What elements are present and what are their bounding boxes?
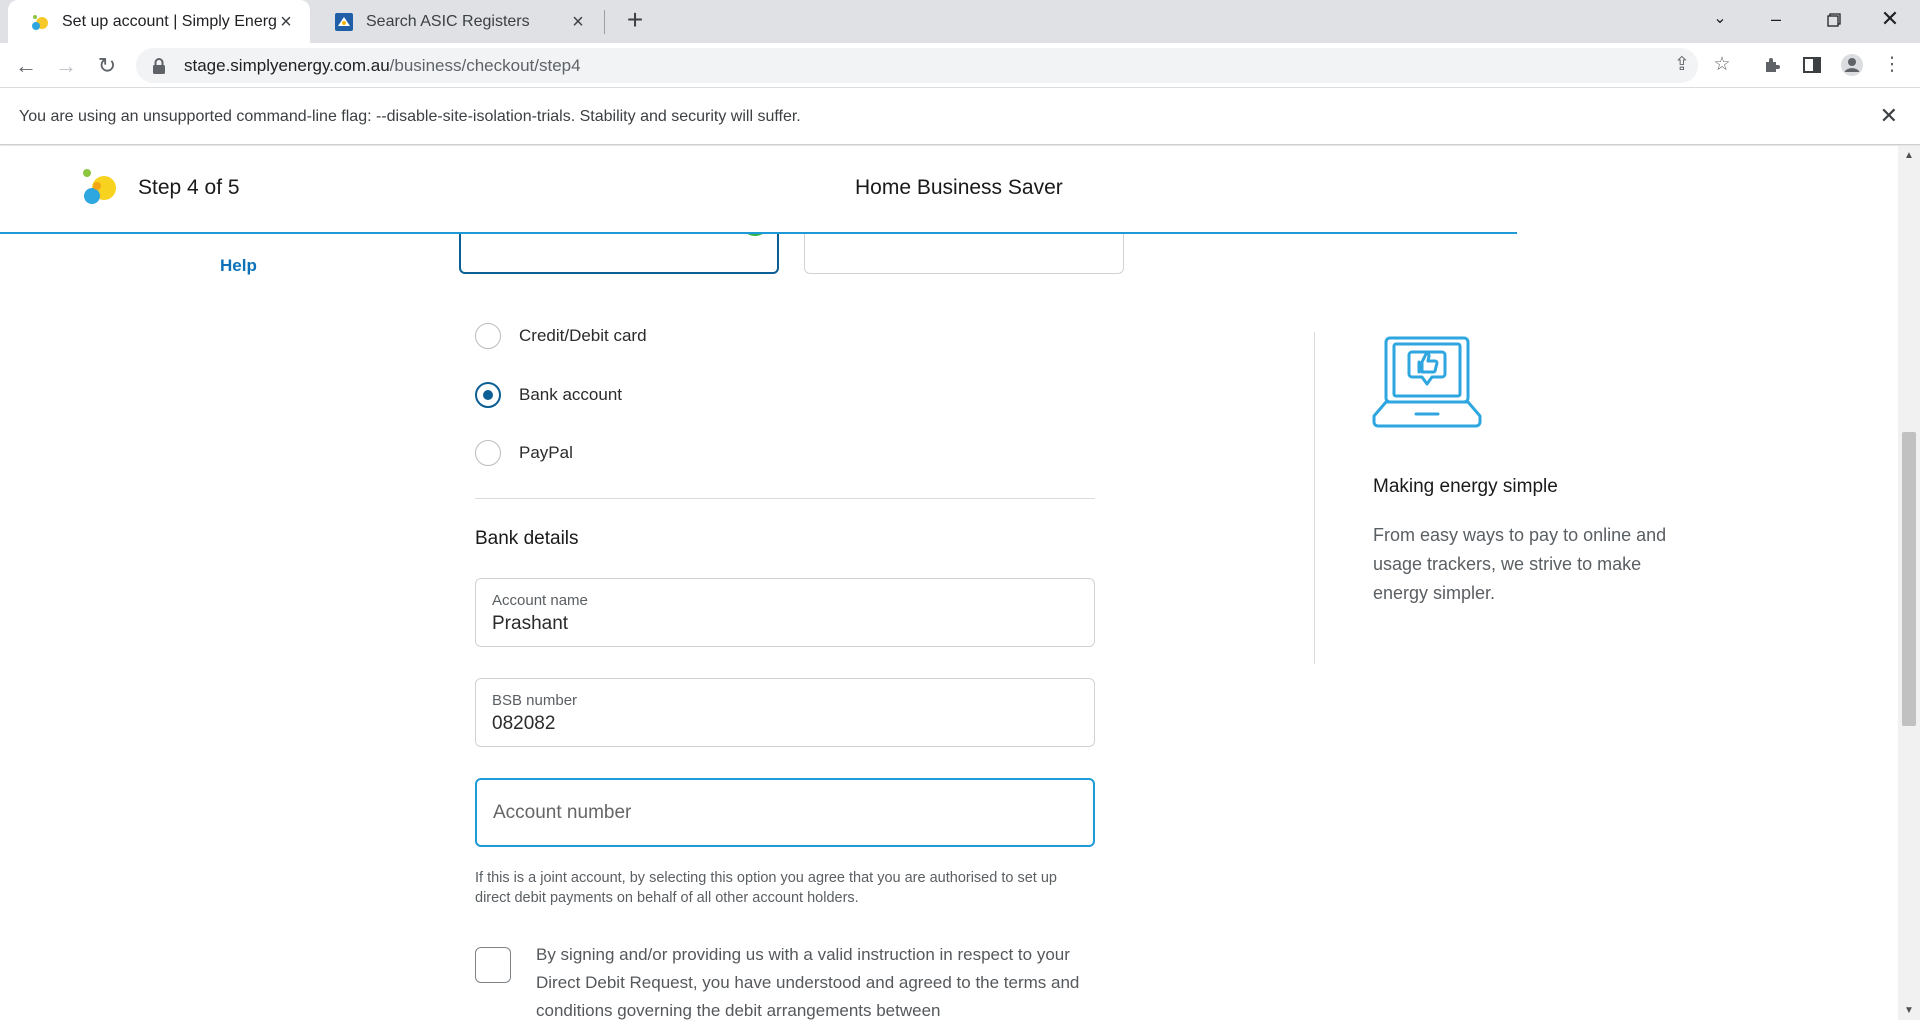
simply-energy-logo-icon: [83, 169, 116, 204]
field-placeholder: Account number: [493, 802, 632, 823]
scrollbar-thumb[interactable]: [1902, 432, 1916, 726]
tab-close-icon[interactable]: ×: [276, 12, 296, 32]
radio-button[interactable]: [475, 323, 501, 349]
radio-label: Credit/Debit card: [519, 326, 647, 345]
infobar-message: You are using an unsupported command-lin…: [19, 107, 801, 125]
progress-bar: [0, 232, 1517, 234]
joint-account-disclaimer: If this is a joint account, by selecting…: [475, 870, 1057, 906]
asic-favicon-icon: [334, 12, 354, 32]
promo-title: Making energy simple: [1373, 476, 1558, 497]
checkout-page: Step 4 of 5 Home Business Saver Help ✓ C…: [0, 146, 1898, 1020]
field-value: Prashant: [492, 613, 569, 634]
side-panel-icon[interactable]: [1798, 51, 1826, 79]
simply-energy-favicon-icon: [30, 12, 50, 32]
address-bar[interactable]: stage.simplyenergy.com.au/business/check…: [136, 48, 1698, 83]
help-link[interactable]: Help: [220, 256, 257, 276]
tab-strip: Set up account | Simply Energy × Search …: [0, 0, 1920, 43]
scroll-down-arrow-icon[interactable]: ▼: [1898, 1005, 1920, 1016]
restore-icon[interactable]: [1806, 0, 1862, 38]
bookmark-star-icon[interactable]: ☆: [1708, 51, 1736, 79]
profile-avatar-icon[interactable]: [1838, 51, 1866, 79]
browser-toolbar: ← → ↻ stage.simplyenergy.com.au/business…: [0, 43, 1920, 88]
forward-arrow-icon[interactable]: →: [50, 50, 82, 82]
back-arrow-icon[interactable]: ←: [10, 50, 42, 82]
share-icon[interactable]: ⇪: [1668, 51, 1696, 79]
new-tab-plus-icon[interactable]: +: [620, 6, 650, 36]
minimize-icon[interactable]: –: [1748, 0, 1804, 38]
lock-icon: [152, 57, 166, 75]
tab-close-icon[interactable]: ×: [568, 12, 588, 32]
scroll-up-arrow-icon[interactable]: ▲: [1898, 150, 1920, 161]
unsupported-flag-infobar: You are using an unsupported command-lin…: [0, 89, 1920, 145]
column-divider: [1314, 332, 1315, 664]
step-indicator: Step 4 of 5: [138, 176, 240, 199]
tab-separator: [604, 10, 605, 34]
laptop-thumbs-up-icon: [1372, 336, 1482, 428]
url-path: /business/checkout/step4: [389, 55, 581, 75]
reload-icon[interactable]: ↻: [91, 50, 123, 82]
radio-button-selected[interactable]: [475, 382, 501, 408]
field-label: Account name: [492, 592, 588, 609]
radio-bank-account[interactable]: Bank account: [475, 382, 622, 408]
promo-text: From easy ways to pay to online and usag…: [1373, 525, 1667, 603]
page-scrollbar[interactable]: ▲ ▼: [1898, 146, 1920, 1020]
infobar-close-icon[interactable]: ✕: [1880, 105, 1898, 127]
radio-label: PayPal: [519, 443, 573, 462]
radio-credit-debit-card[interactable]: Credit/Debit card: [475, 323, 647, 349]
radio-label: Bank account: [519, 385, 623, 404]
menu-kebab-icon[interactable]: ⋮: [1878, 51, 1906, 79]
radio-paypal[interactable]: PayPal: [475, 440, 573, 466]
tab-simply-energy[interactable]: Set up account | Simply Energy ×: [8, 0, 310, 43]
account-number-field[interactable]: Account number: [475, 778, 1095, 847]
url-host: stage.simplyenergy.com.au: [184, 55, 390, 75]
checkout-header: Step 4 of 5 Home Business Saver: [0, 146, 1898, 234]
tab-title: Search ASIC Registers: [366, 12, 530, 30]
window-close-icon[interactable]: ✕: [1862, 0, 1918, 38]
account-name-field[interactable]: Account name Prashant: [475, 578, 1095, 647]
direct-debit-agreement-text: By signing and/or providing us with a va…: [536, 945, 1080, 1020]
section-divider: [475, 498, 1095, 499]
direct-debit-agreement-checkbox[interactable]: [475, 947, 511, 983]
radio-button[interactable]: [475, 440, 501, 466]
tab-search-chevron-icon[interactable]: ⌄: [1692, 0, 1748, 38]
field-label: BSB number: [492, 692, 578, 709]
field-value: 082082: [492, 713, 556, 734]
bsb-number-field[interactable]: BSB number 082082: [475, 678, 1095, 747]
tab-asic-registers[interactable]: Search ASIC Registers ×: [312, 0, 602, 43]
tab-title: Set up account | Simply Energy: [62, 12, 276, 30]
extensions-puzzle-icon[interactable]: [1758, 51, 1786, 79]
plan-name: Home Business Saver: [855, 176, 1063, 199]
bank-details-title: Bank details: [475, 528, 579, 549]
